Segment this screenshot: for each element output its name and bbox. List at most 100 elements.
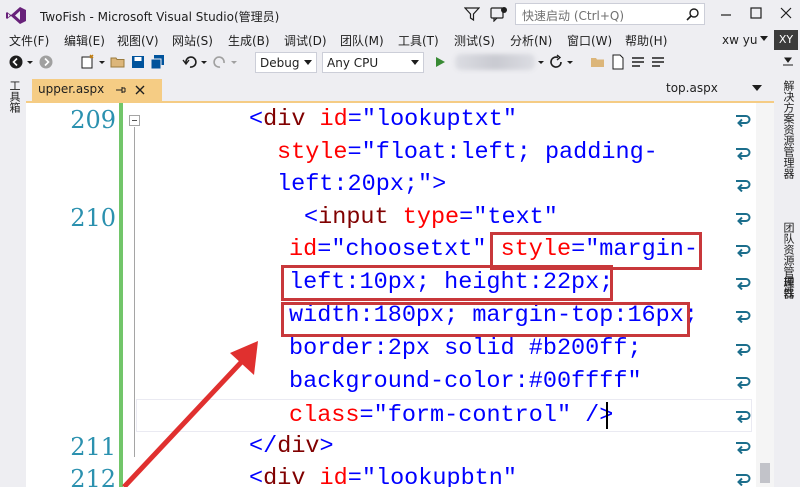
menu-edit[interactable]: 编辑(E) — [64, 32, 105, 49]
toolbox-tab[interactable]: 工具箱 — [6, 80, 22, 113]
document-icon[interactable] — [610, 54, 626, 70]
comment-out-icon[interactable] — [630, 54, 646, 70]
code-token: input — [318, 204, 403, 231]
vertical-scrollbar[interactable] — [756, 103, 774, 487]
refresh-icon[interactable] — [548, 54, 564, 70]
chevron-down-icon[interactable] — [230, 54, 238, 70]
menu-team[interactable]: 团队(M) — [340, 32, 384, 49]
code-token: = — [347, 106, 362, 133]
open-folder-icon[interactable] — [110, 54, 126, 70]
code-token: id — [319, 465, 348, 487]
menu-help[interactable]: 帮助(H) — [625, 32, 667, 49]
properties-tab[interactable]: 属性 — [780, 276, 796, 298]
code-line: <input type="text" — [304, 201, 558, 234]
word-wrap-glyph-icon — [736, 442, 751, 454]
minimize-icon[interactable] — [715, 3, 737, 23]
chevron-down-icon[interactable] — [200, 54, 208, 70]
menu-tools[interactable]: 工具(T) — [398, 32, 439, 49]
word-wrap-glyph-icon — [736, 180, 751, 192]
scrollbar-thumb[interactable] — [760, 463, 770, 483]
menu-window[interactable]: 窗口(W) — [567, 32, 612, 49]
new-project-icon[interactable] — [80, 54, 96, 70]
visual-studio-logo-icon — [6, 7, 26, 24]
close-icon[interactable] — [775, 3, 797, 23]
menu-test[interactable]: 测试(S) — [454, 32, 495, 49]
title-bar: TwoFish - Microsoft Visual Studio(管理员) 快… — [0, 0, 800, 30]
close-icon[interactable] — [134, 84, 146, 96]
avatar[interactable]: XY — [774, 30, 798, 50]
folder-icon[interactable] — [590, 54, 606, 70]
chevron-down-icon[interactable] — [98, 54, 106, 70]
save-icon[interactable] — [130, 54, 146, 70]
start-debug-icon[interactable] — [432, 54, 448, 70]
chevron-down-icon[interactable] — [537, 54, 545, 70]
code-token: = — [317, 236, 332, 263]
configuration-select[interactable]: Debug — [255, 52, 317, 73]
code-token: /> — [585, 402, 614, 429]
platform-select[interactable]: Any CPU — [322, 52, 424, 73]
line-number: 212 — [70, 465, 116, 487]
word-wrap-glyph-icon — [736, 474, 751, 486]
chevron-down-icon[interactable] — [566, 54, 574, 70]
maximize-icon[interactable] — [745, 3, 767, 23]
uncomment-icon[interactable] — [650, 54, 666, 70]
menu-debug[interactable]: 调试(D) — [284, 32, 327, 49]
menu-analyze[interactable]: 分析(N) — [510, 32, 552, 49]
menu-website[interactable]: 网站(S) — [172, 32, 213, 49]
code-token: id — [289, 236, 318, 263]
code-token: </ — [249, 433, 278, 460]
chevron-down-icon[interactable] — [760, 36, 768, 42]
window-title: TwoFish - Microsoft Visual Studio(管理员) — [40, 10, 280, 24]
redo-icon[interactable] — [212, 54, 228, 70]
forward-icon[interactable] — [38, 54, 54, 70]
undo-icon[interactable] — [182, 54, 198, 70]
menu-view[interactable]: 视图(V) — [117, 32, 159, 49]
chevron-down-icon[interactable] — [752, 85, 762, 91]
code-token: < — [249, 106, 264, 133]
chevron-down-icon — [304, 60, 312, 65]
code-token: "lookupbtn" — [361, 465, 517, 487]
notification-filter-icon[interactable] — [464, 6, 480, 22]
word-wrap-glyph-icon — [736, 344, 751, 356]
outline-guide — [134, 127, 135, 457]
standard-toolbar: Debug Any CPU — [0, 50, 800, 76]
code-token: < — [304, 204, 319, 231]
tab-upper-aspx[interactable]: upper.aspx — [32, 79, 162, 101]
toolbar-options-icon[interactable] — [780, 54, 796, 70]
feedback-icon[interactable] — [490, 6, 508, 22]
menu-build[interactable]: 生成(B) — [228, 32, 270, 49]
code-token: < — [249, 465, 264, 487]
code-line: background-color:#00ffff" — [289, 365, 642, 398]
quick-launch-input[interactable]: 快速启动 (Ctrl+Q) — [515, 3, 705, 25]
code-editor[interactable]: <div id="lookuptxt" style="float:left; pa… — [26, 103, 774, 487]
word-wrap-glyph-icon — [736, 411, 751, 423]
blurred-browser-name — [455, 54, 535, 70]
word-wrap-glyph-icon — [736, 377, 751, 389]
solution-explorer-tab[interactable]: 解决方案资源管理器 — [780, 80, 796, 179]
word-wrap-glyph-icon — [736, 213, 751, 225]
search-icon[interactable] — [686, 7, 700, 21]
pin-icon[interactable] — [114, 83, 126, 97]
tab-label: upper.aspx — [38, 82, 105, 96]
save-all-icon[interactable] — [150, 54, 166, 70]
chevron-down-icon[interactable] — [26, 54, 34, 70]
platform-value: Any CPU — [327, 56, 379, 70]
back-icon[interactable] — [8, 54, 24, 70]
code-token: > — [432, 171, 447, 198]
collapse-toggle[interactable] — [129, 115, 140, 126]
code-token: left:20px;" — [277, 171, 433, 198]
word-wrap-glyph-icon — [736, 115, 751, 127]
code-token: type — [402, 204, 460, 231]
code-line: </div> — [249, 430, 334, 463]
left-tool-strip: 工具箱 — [0, 76, 26, 487]
code-token: background-color:#00ffff" — [289, 368, 642, 395]
code-token: "lookuptxt" — [361, 106, 517, 133]
tab-top-aspx[interactable]: top.aspx — [666, 81, 718, 95]
menu-file[interactable]: 文件(F) — [9, 32, 49, 49]
line-number: 210 — [70, 204, 116, 232]
code-token: = — [347, 465, 362, 487]
code-token: div — [263, 106, 320, 133]
code-token: "float:left; padding- — [361, 139, 658, 166]
word-wrap-glyph-icon — [736, 278, 751, 290]
user-name[interactable]: xw yu — [722, 33, 757, 47]
